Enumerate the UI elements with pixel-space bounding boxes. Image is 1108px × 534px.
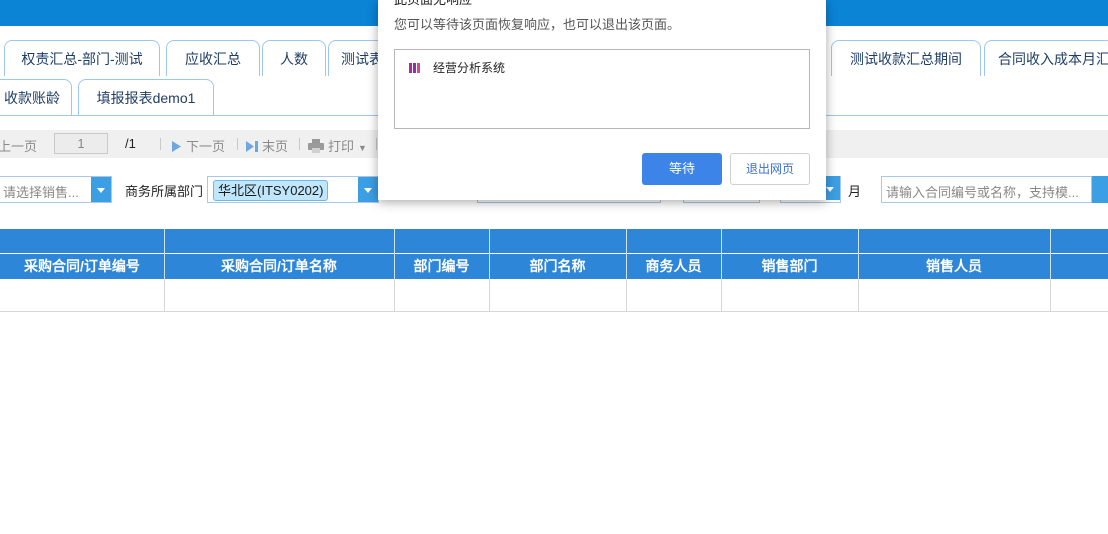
column-header-dept-code[interactable]: 部门编号 xyxy=(394,254,489,279)
page-unresponsive-dialog: 此页面无响应 您可以等待该页面恢复响应，也可以退出该页面。 经营分析系统 等待 … xyxy=(378,0,826,200)
cell-divider xyxy=(626,279,627,312)
cell-divider xyxy=(858,279,859,312)
skip-end-icon xyxy=(246,141,258,152)
tab-receivables-summary[interactable]: 应收汇总 xyxy=(166,40,260,76)
column-header-sales-dept[interactable]: 销售部门 xyxy=(721,254,858,279)
search-placeholder: 请输入合同编号或名称，支持模... xyxy=(886,185,1079,200)
column-header-po-number[interactable]: 采购合同/订单编号 xyxy=(0,254,164,279)
month-label: 月 xyxy=(848,184,862,199)
column-divider xyxy=(1050,229,1051,279)
play-icon xyxy=(172,141,181,152)
sales-select[interactable]: 请选择销售... xyxy=(0,176,112,203)
tab-responsibility-summary[interactable]: 权责汇总-部门-测试 xyxy=(4,40,160,76)
tab-test-collection-period[interactable]: 测试收款汇总期间 xyxy=(831,40,981,76)
tab-test-table[interactable]: 测试表 xyxy=(328,40,384,76)
exit-page-button[interactable]: 退出网页 xyxy=(730,153,810,185)
dept-chip[interactable]: 华北区(ITSY0202) xyxy=(213,180,329,201)
page-item-label: 经营分析系统 xyxy=(433,61,506,75)
dept-select[interactable]: 华北区(ITSY0202) xyxy=(207,176,379,203)
prev-page-button[interactable]: 上一页 xyxy=(0,136,37,155)
printer-icon xyxy=(308,139,324,153)
tab-label: 权责汇总-部门-测试 xyxy=(21,51,143,67)
list-item: 经营分析系统 xyxy=(409,59,505,76)
dialog-title: 此页面无响应 xyxy=(394,0,472,8)
tab-label: 测试表 xyxy=(341,51,383,67)
column-header-dept-name[interactable]: 部门名称 xyxy=(489,254,626,279)
tab-label: 填报报表demo1 xyxy=(96,90,196,106)
divider xyxy=(299,138,300,150)
print-label: 打印 xyxy=(328,139,355,154)
cell-divider xyxy=(1050,279,1051,312)
chevron-down-icon[interactable] xyxy=(358,177,378,202)
divider xyxy=(376,138,377,150)
tab-label: 合同收入成本月汇 xyxy=(998,51,1108,67)
divider xyxy=(160,138,161,150)
cell-divider xyxy=(394,279,395,312)
tab-label: 人数 xyxy=(280,51,308,67)
print-button[interactable]: 打印 ▼ xyxy=(308,136,367,155)
cell-divider xyxy=(489,279,490,312)
dropdown-caret-icon: ▼ xyxy=(358,143,367,153)
search-button[interactable] xyxy=(1092,176,1108,203)
tab-collection-aging[interactable]: 收款账龄 xyxy=(0,79,72,115)
last-label: 末页 xyxy=(262,139,289,154)
page-number-input[interactable]: 1 xyxy=(54,133,108,154)
cell-divider xyxy=(164,279,165,312)
page-total: /1 xyxy=(125,136,136,151)
table-row[interactable] xyxy=(0,279,1108,312)
app-logo-icon xyxy=(409,63,420,73)
cell-divider xyxy=(721,279,722,312)
tab-label: 收款账龄 xyxy=(4,90,60,106)
next-label: 下一页 xyxy=(186,139,226,154)
unresponsive-pages-list: 经营分析系统 xyxy=(394,49,810,129)
tab-label: 应收汇总 xyxy=(185,51,241,67)
dept-label: 商务所属部门 xyxy=(125,184,204,199)
wait-button[interactable]: 等待 xyxy=(642,153,722,185)
column-header-po-name[interactable]: 采购合同/订单名称 xyxy=(164,254,394,279)
tab-contract-income-cost[interactable]: 合同收入成本月汇 xyxy=(984,40,1108,76)
chevron-down-icon[interactable] xyxy=(91,177,111,202)
column-header-business-staff[interactable]: 商务人员 xyxy=(626,254,721,279)
column-header-sales-staff[interactable]: 销售人员 xyxy=(858,254,1050,279)
dialog-message: 您可以等待该页面恢复响应，也可以退出该页面。 xyxy=(394,17,681,32)
divider xyxy=(237,138,238,150)
table-group-header xyxy=(0,229,1108,253)
contract-search-input[interactable]: 请输入合同编号或名称，支持模... xyxy=(881,176,1092,203)
tab-report-demo1[interactable]: 填报报表demo1 xyxy=(78,79,214,115)
last-page-button[interactable]: 末页 xyxy=(246,136,288,155)
tab-label: 测试收款汇总期间 xyxy=(850,51,962,67)
tab-headcount[interactable]: 人数 xyxy=(262,40,326,76)
sales-placeholder: 请选择销售... xyxy=(3,185,79,200)
next-page-button[interactable]: 下一页 xyxy=(172,136,225,155)
